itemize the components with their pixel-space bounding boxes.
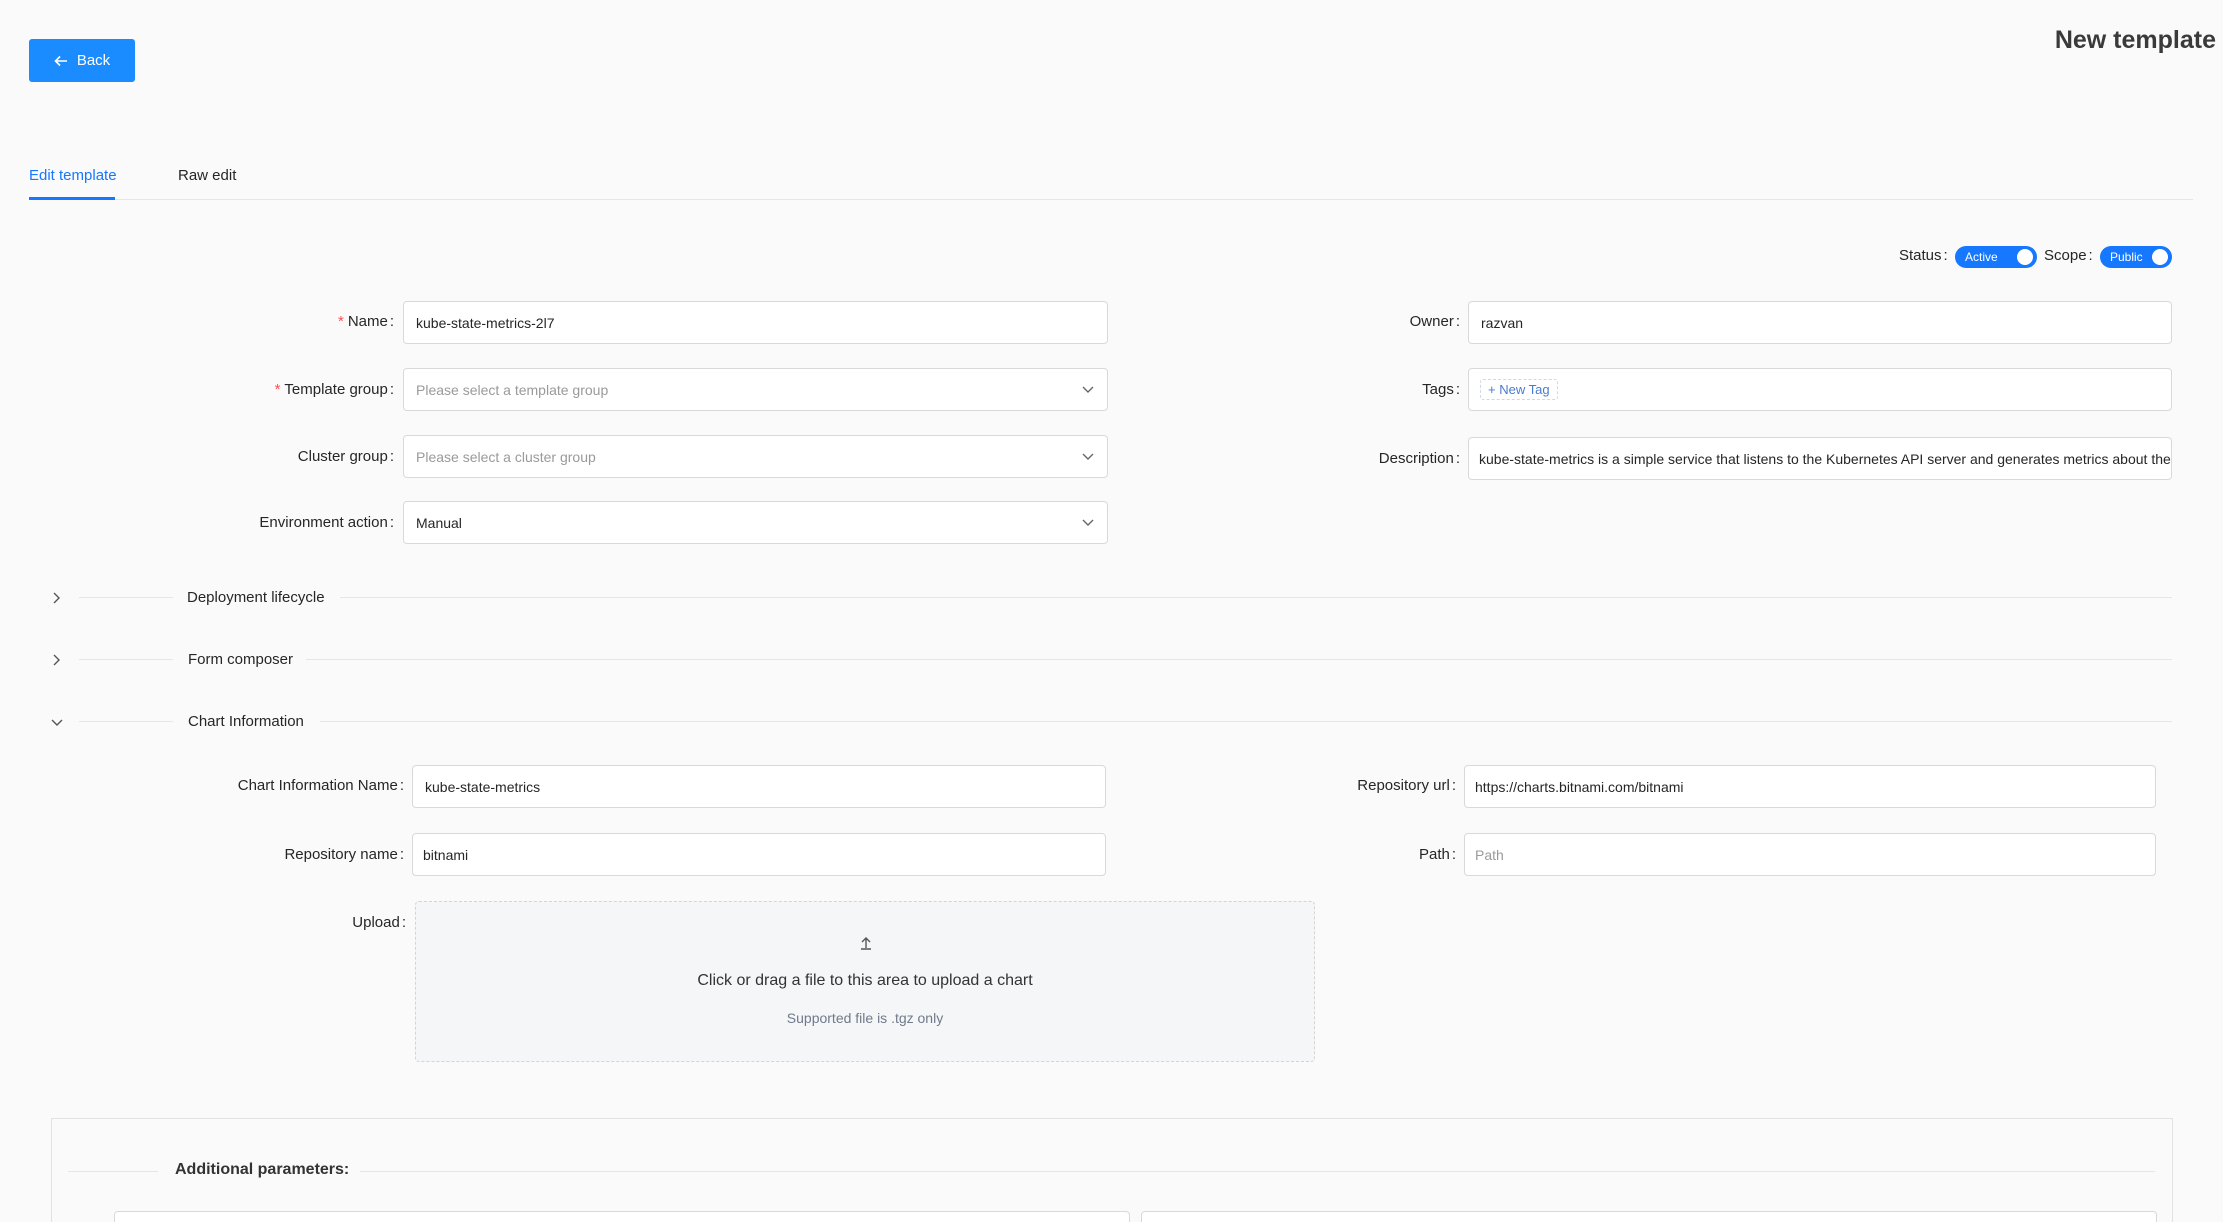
repository-name-input[interactable]: bitnami <box>412 833 1106 876</box>
additional-parameters-title: Additional parameters: <box>175 1161 350 1178</box>
status-label: Status: <box>1899 247 1948 264</box>
upload-icon <box>861 937 871 950</box>
back-button[interactable]: Back <box>29 39 135 82</box>
chart-name-label: Chart Information Name: <box>237 777 404 794</box>
owner-label: Owner: <box>1409 313 1460 330</box>
status-toggle[interactable]: Active <box>1955 246 2037 268</box>
tab-bar: Edit template Raw edit <box>29 150 2193 200</box>
new-tag-button[interactable]: + New Tag <box>1480 379 1558 400</box>
upload-text: Click or drag a file to this area to upl… <box>697 972 1033 989</box>
section-divider <box>79 597 173 598</box>
plus-icon: + <box>1488 382 1496 397</box>
section-divider <box>79 659 173 660</box>
chevron-down-icon <box>1082 453 1094 460</box>
scope-toggle[interactable]: Public <box>2100 246 2172 268</box>
tags-label: Tags: <box>1422 381 1460 398</box>
page-title: New template <box>2054 26 2216 54</box>
scope-toggle-text: Public <box>2110 250 2143 264</box>
template-group-placeholder: Please select a template group <box>416 381 609 398</box>
template-group-label: * Template group: <box>274 381 394 398</box>
chevron-down-icon <box>1082 519 1094 526</box>
chart-name-input[interactable]: kube-state-metrics <box>412 765 1106 808</box>
parameter-key-input[interactable] <box>114 1211 1130 1222</box>
section-divider <box>340 597 2172 598</box>
section-divider <box>360 1171 2155 1172</box>
chevron-down-icon <box>1082 386 1094 393</box>
status-toggle-knob <box>2017 249 2033 265</box>
section-chart-information[interactable]: Chart Information <box>188 713 304 730</box>
upload-label: Upload: <box>352 914 406 931</box>
tab-raw-edit[interactable]: Raw edit <box>178 167 236 184</box>
environment-action-value: Manual <box>416 514 462 531</box>
parameter-value-input[interactable] <box>1141 1211 2157 1222</box>
tags-field: + New Tag <box>1468 368 2172 411</box>
owner-input[interactable]: razvan <box>1468 301 2172 344</box>
path-label: Path: <box>1418 846 1456 863</box>
environment-action-label: Environment action: <box>259 514 394 531</box>
active-tab-indicator <box>29 197 115 200</box>
section-form-composer[interactable]: Form composer <box>188 651 293 668</box>
additional-parameters-panel: Additional parameters: <box>51 1118 2173 1222</box>
chevron-right-icon[interactable] <box>50 653 64 667</box>
repository-url-input[interactable]: https://charts.bitnami.com/bitnami <box>1464 765 2156 808</box>
upload-hint: Supported file is .tgz only <box>786 1010 944 1026</box>
section-divider <box>79 721 173 722</box>
status-toggle-text: Active <box>1965 250 1998 264</box>
cluster-group-placeholder: Please select a cluster group <box>416 448 596 465</box>
tab-edit-template[interactable]: Edit template <box>29 167 117 184</box>
repository-url-label: Repository url: <box>1357 777 1456 794</box>
arrow-left-icon <box>54 55 67 66</box>
cluster-group-label: Cluster group: <box>297 448 394 465</box>
upload-dropzone[interactable]: Click or drag a file to this area to upl… <box>415 901 1315 1062</box>
section-divider <box>320 721 2172 722</box>
environment-action-select[interactable]: Manual <box>403 501 1108 544</box>
section-divider <box>68 1171 158 1172</box>
back-button-label: Back <box>76 52 111 69</box>
chevron-right-icon[interactable] <box>50 591 64 605</box>
cluster-group-select[interactable]: Please select a cluster group <box>403 435 1108 478</box>
template-group-select[interactable]: Please select a template group <box>403 368 1108 411</box>
repository-name-label: Repository name: <box>284 846 404 863</box>
name-label: * Name: <box>337 313 394 330</box>
section-divider <box>306 659 2172 660</box>
section-deployment-lifecycle[interactable]: Deployment lifecycle <box>187 589 325 606</box>
path-input[interactable]: Path <box>1464 833 2156 876</box>
scope-toggle-knob <box>2152 249 2168 265</box>
path-placeholder: Path <box>1475 846 1504 863</box>
chevron-down-icon[interactable] <box>50 715 64 729</box>
name-input[interactable]: kube-state-metrics-2l7 <box>403 301 1108 344</box>
description-label: Description: <box>1378 450 1460 467</box>
scope-label: Scope: <box>2044 247 2093 264</box>
description-input[interactable]: kube-state-metrics is a simple service t… <box>1468 437 2172 480</box>
